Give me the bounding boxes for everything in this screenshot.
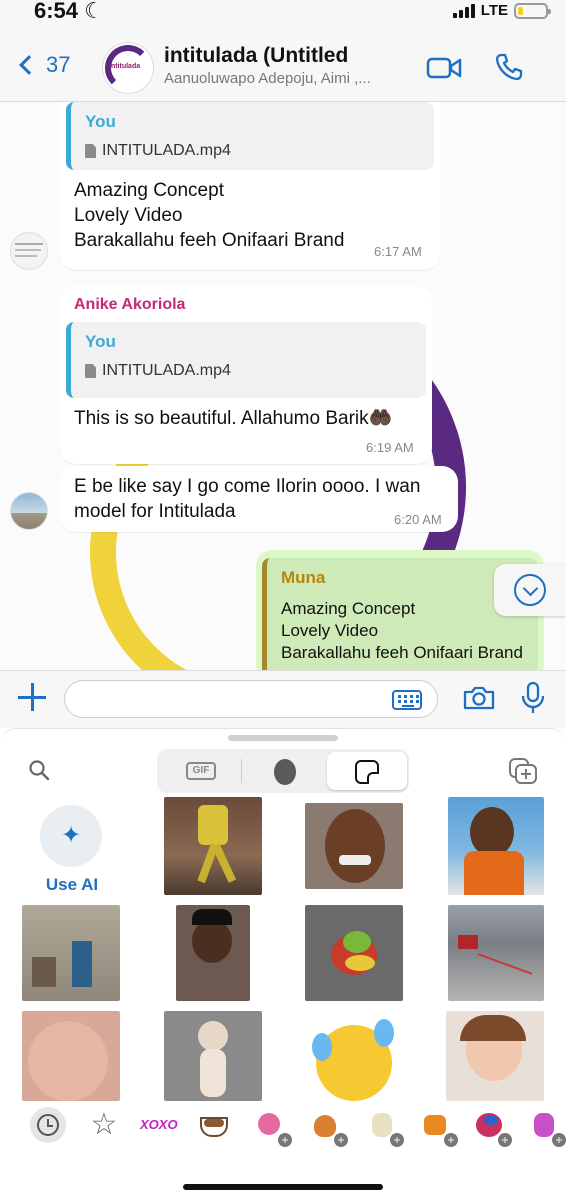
group-logo-icon: intitulada — [109, 63, 141, 70]
sticker[interactable] — [164, 797, 262, 895]
xoxo-pack[interactable]: XOXO — [140, 1107, 178, 1143]
sticker[interactable] — [22, 1011, 120, 1101]
tab-gif[interactable]: GIF — [160, 752, 240, 790]
message-time: 6:19 AM — [366, 440, 414, 455]
sticker[interactable] — [446, 1011, 544, 1101]
status-bar: 6:54 ☾ LTE — [0, 0, 566, 34]
sticker[interactable] — [176, 905, 250, 1001]
tab-avatar[interactable] — [244, 752, 324, 790]
message-list[interactable]: You INTITULADA.mp4 Amazing Concept Lovel… — [0, 102, 566, 670]
use-ai-button[interactable]: ✦ — [40, 805, 102, 867]
avatar[interactable] — [10, 232, 48, 270]
whatsapp-chat-screen: 6:54 ☾ LTE 37 intitulada intitulada (Unt… — [0, 0, 566, 1200]
phone-icon[interactable] — [494, 52, 524, 82]
recent-icon[interactable] — [30, 1107, 66, 1143]
unread-count: 37 — [46, 52, 71, 77]
camera-icon[interactable] — [462, 685, 496, 711]
sticker[interactable] — [305, 803, 403, 889]
chat-title: intitulada (Untitled — [164, 44, 349, 67]
chat-participants: Aanuoluwapo Adepoju, Aimi ,... — [164, 70, 371, 87]
message-bubble[interactable]: Anike Akoriola You INTITULADA.mp4 This i… — [60, 286, 432, 464]
home-indicator[interactable] — [183, 1184, 383, 1190]
sticker-pack-icon[interactable]: + — [526, 1107, 566, 1147]
coffee-pack-icon[interactable] — [196, 1107, 232, 1143]
sticker-pack-icon[interactable]: + — [308, 1107, 348, 1147]
message-text: Amazing Concept Lovely Video Barakallahu… — [74, 180, 345, 251]
quoted-sender: You — [85, 112, 116, 131]
sticker[interactable] — [448, 905, 544, 1001]
keyboard-icon[interactable] — [392, 690, 422, 710]
quoted-sender: You — [85, 332, 116, 351]
message-text: This is so beautiful. Allahumo Barik🤲🏿 — [74, 408, 393, 429]
quoted-message[interactable]: You INTITULADA.mp4 — [66, 102, 434, 170]
quoted-text: Amazing Concept Lovely Video Barakallahu… — [281, 599, 523, 662]
sticker[interactable] — [164, 1011, 262, 1101]
sticker-pack-icon[interactable]: + — [418, 1107, 458, 1147]
chat-info[interactable]: intitulada (Untitled Aanuoluwapo Adepoju… — [164, 44, 414, 87]
battery-icon — [514, 2, 551, 19]
group-avatar[interactable]: intitulada — [102, 42, 154, 94]
sticker-panel: GIF ✦ Use AI ☆ XOXO + + + + + + — [0, 728, 566, 1200]
back-button[interactable]: 37 — [16, 52, 70, 78]
quoted-sender: Muna — [281, 568, 326, 587]
sparkle-icon: ✦ — [60, 822, 82, 849]
sticker[interactable] — [305, 905, 403, 1001]
message-bubble[interactable]: You INTITULADA.mp4 Amazing Concept Lovel… — [60, 102, 440, 270]
status-time: 6:54 ☾ — [34, 0, 104, 23]
gif-icon: GIF — [186, 762, 216, 780]
file-icon — [85, 144, 96, 158]
sticker-icon — [355, 760, 379, 784]
scroll-to-bottom-button[interactable] — [494, 564, 566, 616]
file-icon — [85, 364, 96, 378]
panel-grabber[interactable] — [228, 735, 338, 741]
add-sticker-icon[interactable] — [508, 757, 538, 785]
moon-icon: ☾ — [84, 0, 104, 23]
signal-icon — [452, 3, 475, 18]
message-input[interactable] — [64, 680, 438, 718]
avatar-icon — [274, 759, 296, 785]
sticker-pack-icon[interactable]: + — [364, 1107, 404, 1147]
sticker-pack-icon[interactable]: + — [472, 1107, 512, 1147]
microphone-icon[interactable] — [520, 681, 546, 715]
sticker[interactable] — [448, 797, 544, 895]
sticker-packs-bar: ☆ XOXO + + + + + + — [0, 1099, 566, 1149]
composer — [0, 670, 566, 728]
quoted-message[interactable]: You INTITULADA.mp4 — [66, 322, 426, 398]
quoted-file: INTITULADA.mp4 — [85, 362, 231, 380]
sticker[interactable] — [312, 1019, 396, 1101]
chat-header: 37 intitulada intitulada (Untitled Aanuo… — [0, 34, 566, 102]
message-text: E be like say I go come Ilorin oooo. I w… — [74, 476, 421, 522]
message-bubble[interactable]: E be like say I go come Ilorin oooo. I w… — [60, 466, 458, 532]
chevron-left-icon — [19, 55, 39, 75]
quoted-file: INTITULADA.mp4 — [85, 142, 231, 160]
message-time: 6:17 AM — [374, 244, 422, 259]
sender-name[interactable]: Anike Akoriola — [74, 296, 185, 314]
avatar[interactable] — [10, 492, 48, 530]
network-label: LTE — [480, 2, 508, 19]
chevron-down-icon — [514, 574, 546, 606]
video-camera-icon[interactable] — [426, 54, 462, 82]
sticker-pack-icon[interactable]: + — [252, 1107, 292, 1147]
sticker[interactable] — [22, 905, 120, 1001]
favorites-star-icon[interactable]: ☆ — [86, 1107, 122, 1143]
search-icon[interactable] — [28, 759, 50, 781]
tab-stickers[interactable] — [327, 752, 407, 790]
message-time: 6:20 AM — [394, 512, 442, 527]
status-indicators: LTE — [452, 2, 551, 19]
attach-plus-icon[interactable] — [18, 683, 46, 711]
panel-tabs: GIF — [157, 749, 409, 793]
use-ai-label[interactable]: Use AI — [30, 875, 114, 895]
